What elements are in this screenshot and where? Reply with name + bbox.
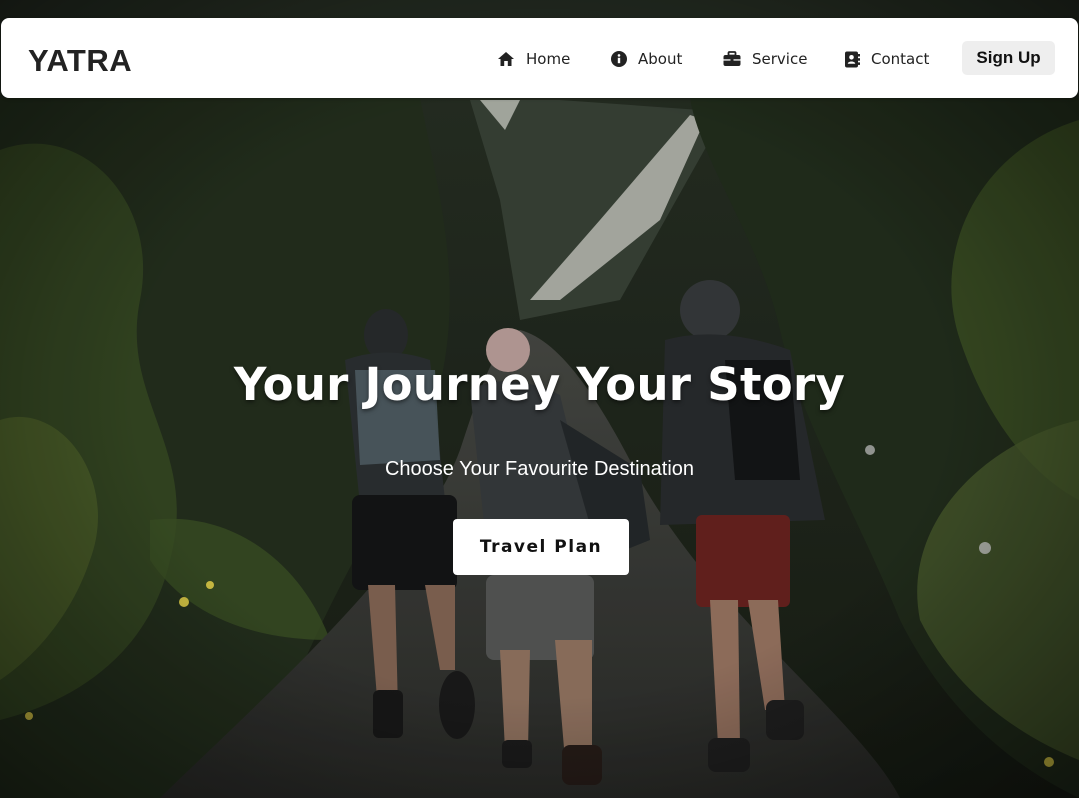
briefcase-icon [723, 51, 741, 66]
hero-title: Your Journey Your Story [233, 358, 846, 411]
home-icon [498, 52, 514, 66]
brand-logo[interactable]: YATRA [28, 42, 132, 80]
nav-item-home[interactable]: Home [497, 48, 570, 70]
info-circle-icon [611, 51, 627, 67]
navbar: YATRA Home About Service Contact Sign Up [1, 18, 1078, 98]
travel-plan-button[interactable]: Travel Plan [453, 519, 629, 575]
nav-item-about-label: About [638, 50, 683, 68]
nav-item-service-label: Service [752, 50, 808, 68]
nav-item-contact-label: Contact [871, 50, 930, 68]
nav-item-home-label: Home [526, 50, 571, 68]
nav-item-about[interactable]: About [611, 48, 682, 70]
sign-up-button[interactable]: Sign Up [962, 41, 1055, 75]
nav-item-service[interactable]: Service [723, 48, 807, 70]
hero-subtitle: Choose Your Favourite Destination [384, 458, 695, 480]
address-book-icon [845, 51, 860, 67]
nav-item-contact[interactable]: Contact [844, 48, 929, 70]
